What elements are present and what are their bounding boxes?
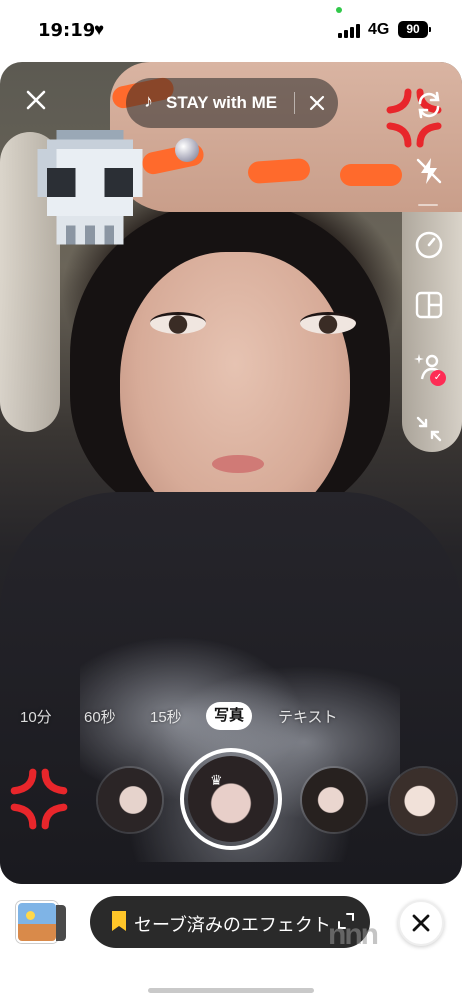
photo-detail <box>175 138 199 162</box>
music-note-icon: ♪ <box>144 91 153 111</box>
close-icon <box>412 914 430 932</box>
heart-icon: ♥ <box>94 20 105 39</box>
mode-tabs: 10分 60秒 15秒 写真 テキスト <box>0 702 462 736</box>
camera-preview[interactable]: ♪ STAY with ME ✓ 10分 60秒 15秒 写真 テキスト ♛ <box>0 62 462 884</box>
battery-level: 90 <box>398 21 431 38</box>
photo-detail <box>150 312 206 334</box>
photo-detail <box>212 455 264 473</box>
close-icon[interactable] <box>22 86 50 114</box>
bottom-bar: セーブ済みのエフェクト nnn <box>0 884 462 1000</box>
mode-tab-15s[interactable]: 15秒 <box>150 706 182 727</box>
camera-screen: 19:19 ♥ 4G 90 ♪ STAY with ME ✓ 10分 60秒 1… <box>0 0 462 1000</box>
gallery-button[interactable] <box>16 901 58 943</box>
mode-tab-60s[interactable]: 60秒 <box>84 706 116 727</box>
photo-detail <box>247 157 311 185</box>
home-indicator[interactable] <box>148 988 314 993</box>
music-title: STAY with ME <box>166 93 278 112</box>
effect-thumbnail[interactable] <box>388 766 458 836</box>
flash-off-icon[interactable] <box>412 154 446 188</box>
timer-icon[interactable] <box>412 228 446 262</box>
music-selector-button[interactable]: ♪ STAY with ME <box>126 78 338 128</box>
privacy-indicator <box>336 7 342 13</box>
crown-icon: ♛ <box>210 772 223 788</box>
divider <box>294 92 295 114</box>
effect-thumbnail-selected[interactable]: ♛ <box>180 748 282 850</box>
status-bar: 19:19 ♥ 4G 90 <box>0 0 462 60</box>
toolbar-divider <box>418 204 438 206</box>
photo-detail <box>120 252 350 532</box>
effect-thumbnail[interactable] <box>300 766 368 834</box>
mode-tab-text[interactable]: テキスト <box>278 706 338 727</box>
flip-camera-icon[interactable] <box>412 88 446 122</box>
layout-icon[interactable] <box>412 288 446 322</box>
gallery-stack <box>56 905 66 941</box>
photo-detail <box>340 164 402 186</box>
effect-thumbnail[interactable] <box>96 766 164 834</box>
active-badge: ✓ <box>430 370 446 386</box>
mode-tab-10min[interactable]: 10分 <box>20 706 52 727</box>
collapse-icon[interactable] <box>412 412 446 446</box>
bookmark-icon <box>112 911 126 931</box>
network-type: 4G <box>368 21 390 38</box>
watermark-logo: nnn <box>328 918 379 951</box>
skull-sticker-icon[interactable] <box>28 130 152 254</box>
saved-effects-label: セーブ済みのエフェクト <box>134 915 331 935</box>
photo-detail <box>300 312 356 334</box>
close-icon[interactable] <box>306 92 328 114</box>
status-time: 19:19 <box>38 20 96 41</box>
image-icon <box>26 911 35 920</box>
mode-tab-photo[interactable]: 写真 <box>206 702 253 730</box>
anger-sticker-icon[interactable] <box>6 766 72 832</box>
close-effects-button[interactable] <box>398 900 444 946</box>
signal-icon <box>338 22 362 38</box>
